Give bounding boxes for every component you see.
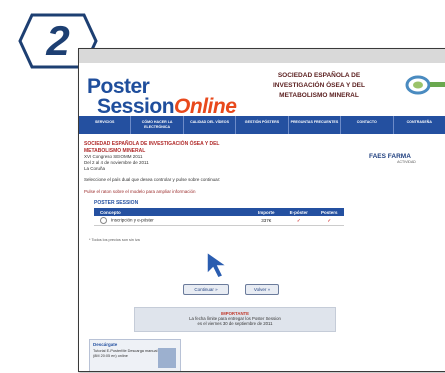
website-screenshot: Poster SessionOnline SOCIEDAD ESPAÑOLA D… — [78, 48, 445, 372]
seiomm-logo-icon — [405, 75, 445, 95]
col-concepto: Concepto — [100, 209, 121, 215]
sponsor-logo: FAES FARMA ACTIVIDAD — [369, 153, 444, 164]
logo-online: Online — [174, 95, 237, 118]
table-row[interactable]: Inscripción y e-póster 337€ ✓ ✓ — [94, 216, 344, 226]
row-radio[interactable] — [100, 217, 107, 224]
logo-line-1: Poster — [87, 75, 150, 98]
sponsor-subtitle: ACTIVIDAD — [397, 160, 416, 164]
logo-line-2: Session — [97, 95, 175, 118]
info-note: Pulse el raton sobre el modelo para ampl… — [84, 189, 196, 194]
nav-item-servicios[interactable]: SERVICIOS — [79, 116, 132, 134]
nav-item-contrasena[interactable]: CONTRASEÑA — [394, 116, 445, 134]
poster-session-header: POSTER SESSION — [94, 200, 139, 206]
table-header: Concepto Importe E-póster Posters — [94, 208, 344, 216]
main-navbar: SERVICIOS CÓMO HACER LA ELECTRÓNICA CALI… — [79, 116, 445, 134]
society-title: SOCIEDAD ESPAÑOLA DE INVESTIGACIÓN ÓSEA … — [239, 71, 399, 101]
society-line-3: METABOLISMO MINERAL — [279, 92, 359, 99]
society-line-1: SOCIEDAD ESPAÑOLA DE — [277, 72, 361, 79]
row-posters-check: ✓ — [327, 217, 332, 223]
row-importe: 337€ — [261, 218, 272, 223]
nav-item-preguntas[interactable]: PREGUNTAS FRECUENTES — [289, 116, 342, 134]
main-content: SOCIEDAD ESPAÑOLA DE INVESTIGACIÓN ÓSEA … — [84, 141, 354, 206]
mouse-pointer-icon — [206, 250, 230, 279]
nav-item-contacto[interactable]: CONTACTO — [341, 116, 394, 134]
nav-item-gestion[interactable]: GESTIÓN PÓSTERS — [236, 116, 289, 134]
deadline-notice: IMPORTANTE La fecha límite para entregar… — [134, 307, 336, 332]
row-eposter-check: ✓ — [296, 217, 301, 223]
row-concepto: Inscripción y e-póster — [111, 217, 154, 223]
price-footnote: * Todos los precios son sin iva — [89, 238, 140, 242]
back-button[interactable]: Volver » — [245, 284, 279, 295]
pricing-table: Concepto Importe E-póster Posters Inscri… — [94, 208, 344, 226]
sponsor-name: FAES FARMA — [369, 153, 411, 160]
nav-item-como-hacer[interactable]: CÓMO HACER LA ELECTRÓNICA — [131, 116, 184, 134]
download-thumbnail[interactable] — [158, 348, 176, 368]
download-panel: Descárgate Tutorial E-PosterMe Descarga … — [89, 339, 181, 371]
col-eposter: E-póster — [289, 209, 308, 215]
col-posters: Posters — [320, 209, 338, 215]
poster-session-logo: Poster SessionOnline — [87, 75, 237, 118]
instructions-text: Seleccione el país dual que desea contro… — [84, 177, 221, 182]
browser-strip — [79, 49, 445, 63]
notice-line-2: es el viernes 30 de septiembre de 2011 — [197, 321, 273, 326]
nav-item-calidad[interactable]: CALIDAD DEL VÍDEOS — [184, 116, 237, 134]
society-line-2: INVESTIGACIÓN ÓSEA Y DEL — [273, 82, 365, 89]
col-importe: Importe — [258, 209, 275, 215]
continue-button[interactable]: Continuar » — [183, 284, 229, 295]
conference-location: La Coruña — [84, 166, 106, 171]
